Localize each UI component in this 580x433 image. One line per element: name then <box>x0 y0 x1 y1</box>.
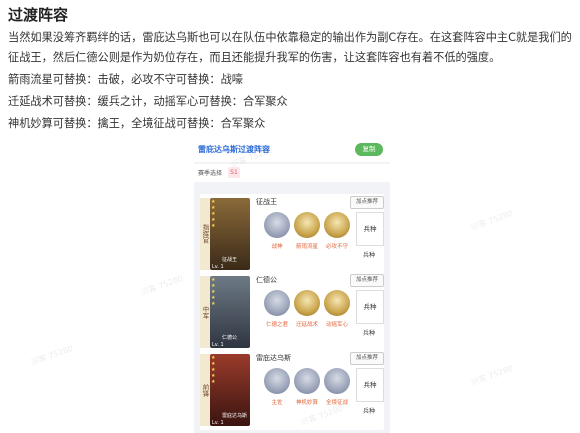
recommend-button[interactable]: 加点推荐 <box>350 352 384 365</box>
portrait-name: 征战王 <box>222 257 238 263</box>
hero-portrait[interactable]: ★ ★ ★ ★ ★ 仁德公 Lv. 1 <box>210 276 250 348</box>
copy-button[interactable]: 复制 <box>355 143 383 156</box>
role-tag: 中军 <box>200 276 210 348</box>
hero-portrait[interactable]: ★ ★ ★ ★ ★ 征战王 Lv. 1 <box>210 198 250 270</box>
skill-label: 主佐 <box>271 400 283 406</box>
watermark: 识客 75280 <box>469 208 515 233</box>
skill-icon[interactable] <box>264 368 290 394</box>
hero-name: 雷庇达乌斯 <box>256 354 291 362</box>
portrait-level: Lv. 1 <box>212 264 224 270</box>
skill-label: 动摇军心 <box>325 322 348 328</box>
skill-label: 必攻不守 <box>325 244 348 250</box>
portrait-level: Lv. 1 <box>212 342 224 348</box>
skill-icon[interactable] <box>264 290 290 316</box>
skill-label: 神机妙算 <box>295 400 318 406</box>
lineup-card-header: 雷庇达乌斯过渡阵容 复制 <box>194 138 390 162</box>
star-rating-icon: ★ ★ ★ ★ ★ <box>211 199 216 229</box>
team-slot-vanguard: 前锋 ★ ★ ★ ★ ★ 雷庇达乌斯 Lv. 1 雷庇达乌斯 加点推荐 主佐 神机妙算 … <box>200 350 384 430</box>
season-row: 赛季选择 S1 <box>194 164 390 182</box>
troop-label: 兵种 <box>362 408 375 415</box>
troop-slot[interactable]: 兵种 <box>356 290 384 324</box>
watermark: 识客 75280 <box>469 363 515 388</box>
skill-icon[interactable] <box>294 212 320 238</box>
role-tag: 前锋 <box>200 354 210 426</box>
troop-label: 兵种 <box>362 252 375 259</box>
team-slot-commander: 指挥官 ★ ★ ★ ★ ★ 征战王 Lv. 1 征战王 加点推荐 战神 箭雨流星 必攻不… <box>200 194 384 274</box>
skill-icon[interactable] <box>324 368 350 394</box>
troop-slot[interactable]: 兵种 <box>356 368 384 402</box>
watermark: 识客 75280 <box>139 273 185 298</box>
hero-name: 征战王 <box>256 198 277 206</box>
article-paragraph-replace-1: 箭雨流星可替换：击破，必攻不守可替换：战嚎 <box>8 73 243 86</box>
portrait-name: 仁德公 <box>222 335 238 341</box>
lineup-card: 雷庇达乌斯过渡阵容 复制 赛季选择 S1 指挥官 ★ ★ ★ ★ ★ 征战王 Lv. 1… <box>194 138 390 433</box>
star-rating-icon: ★ ★ ★ ★ ★ <box>211 355 216 385</box>
article-paragraph-replace-2: 迁延战术可替换：缓兵之计，动摇军心可替换：合军聚众 <box>8 95 288 108</box>
skill-icon[interactable] <box>294 290 320 316</box>
team-slot-middle: 中军 ★ ★ ★ ★ ★ 仁德公 Lv. 1 仁德公 加点推荐 仁德之君 迁延战术 动摇… <box>200 272 384 352</box>
skill-icon[interactable] <box>264 212 290 238</box>
recommend-button[interactable]: 加点推荐 <box>350 274 384 287</box>
season-label: 赛季选择 <box>198 170 223 177</box>
article-paragraph-intro: 当然如果没筹齐羁绊的话，雷庇达乌斯也可以在队伍中依靠稳定的输出作为副C存在。在这… <box>8 31 572 64</box>
article-paragraph-replace-3: 神机妙算可替换：擒王，全境征战可替换：合军聚众 <box>8 117 266 130</box>
skill-icon[interactable] <box>324 212 350 238</box>
skill-label: 迁延战术 <box>295 322 318 328</box>
recommend-button[interactable]: 加点推荐 <box>350 196 384 209</box>
skill-label: 仁德之君 <box>265 322 288 328</box>
hero-portrait[interactable]: ★ ★ ★ ★ ★ 雷庇达乌斯 Lv. 1 <box>210 354 250 426</box>
watermark: 识客 75280 <box>29 343 75 368</box>
skill-label: 战神 <box>271 244 283 250</box>
portrait-name: 雷庇达乌斯 <box>222 413 248 419</box>
skill-icon[interactable] <box>294 368 320 394</box>
troop-label: 兵种 <box>362 330 375 337</box>
troop-slot[interactable]: 兵种 <box>356 212 384 246</box>
skill-label: 箭雨流星 <box>295 244 318 250</box>
portrait-level: Lv. 1 <box>212 420 224 426</box>
role-tag: 指挥官 <box>200 198 210 270</box>
article-title: 过渡阵容 <box>8 6 69 24</box>
skill-icon[interactable] <box>324 290 350 316</box>
hero-name: 仁德公 <box>256 276 277 284</box>
star-rating-icon: ★ ★ ★ ★ ★ <box>211 277 216 307</box>
